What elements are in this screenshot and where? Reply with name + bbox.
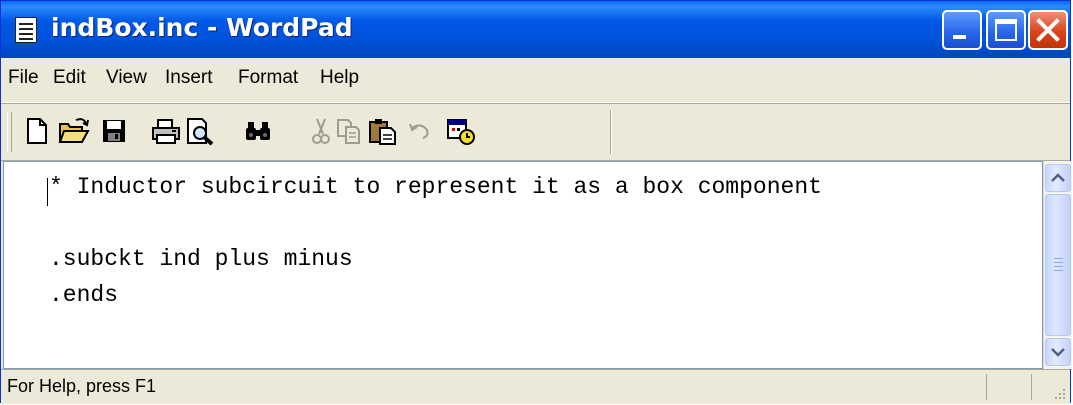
scroll-down-button[interactable] — [1045, 338, 1071, 366]
maximize-button[interactable] — [986, 10, 1026, 50]
scroll-thumb[interactable] — [1045, 194, 1071, 336]
title-bar[interactable]: indBox.inc - WordPad — [1, 1, 1070, 59]
find-button[interactable] — [243, 116, 273, 146]
new-icon — [27, 118, 47, 144]
toolbar-grip[interactable] — [7, 112, 12, 152]
print-preview-button[interactable] — [185, 116, 217, 146]
menu-insert[interactable]: Insert — [165, 67, 213, 89]
cut-icon — [312, 118, 330, 144]
date-time-icon — [447, 119, 475, 145]
close-icon — [1036, 18, 1060, 42]
paste-button[interactable] — [367, 116, 399, 146]
save-button[interactable] — [100, 116, 128, 146]
vertical-scrollbar[interactable] — [1043, 161, 1072, 369]
document-line-3: .subckt ind plus minus — [49, 246, 353, 272]
status-pane-1 — [986, 374, 987, 400]
document-line-4: .ends — [49, 282, 119, 308]
menu-format[interactable]: Format — [238, 67, 298, 89]
minimize-icon — [953, 35, 966, 39]
open-button[interactable] — [58, 116, 92, 146]
scroll-up-button[interactable] — [1045, 164, 1071, 192]
document-area[interactable]: * Inductor subcircuit to represent it as… — [3, 161, 1043, 369]
open-icon — [58, 118, 90, 143]
text-caret — [47, 178, 48, 206]
menu-view[interactable]: View — [106, 67, 147, 89]
copy-icon — [337, 119, 360, 144]
status-text: For Help, press F1 — [7, 376, 157, 396]
wordpad-window: indBox.inc - WordPad File Edit View Inse… — [0, 0, 1072, 404]
chevron-up-icon — [1051, 173, 1065, 182]
menu-help[interactable]: Help — [320, 67, 359, 89]
new-button[interactable] — [23, 116, 51, 146]
chevron-down-icon — [1051, 348, 1065, 357]
undo-icon — [409, 123, 429, 139]
copy-button[interactable] — [335, 116, 363, 146]
close-button[interactable] — [1028, 10, 1068, 50]
date-time-button[interactable] — [445, 116, 477, 146]
undo-button[interactable] — [405, 116, 433, 146]
save-icon — [103, 120, 125, 142]
minimize-button[interactable] — [942, 10, 982, 50]
print-icon — [152, 119, 180, 144]
status-bar: For Help, press F1 — [1, 369, 1070, 404]
window-title: indBox.inc - WordPad — [51, 13, 353, 42]
find-icon — [246, 122, 270, 140]
toolbar — [1, 103, 1070, 161]
print-button[interactable] — [150, 116, 182, 146]
cut-button[interactable] — [307, 116, 335, 146]
menu-bar: File Edit View Insert Format Help — [1, 58, 1070, 103]
resize-grip-icon[interactable] — [1051, 385, 1067, 401]
maximize-icon — [995, 19, 1017, 41]
print-preview-icon — [187, 118, 214, 146]
menu-file[interactable]: File — [8, 67, 39, 89]
toolbar-separator — [610, 110, 612, 154]
wordpad-document-icon[interactable] — [15, 17, 37, 43]
paste-icon — [369, 119, 396, 145]
status-pane-2 — [1031, 374, 1032, 400]
document-line-1: * Inductor subcircuit to represent it as… — [49, 174, 822, 200]
menu-edit[interactable]: Edit — [53, 67, 86, 89]
